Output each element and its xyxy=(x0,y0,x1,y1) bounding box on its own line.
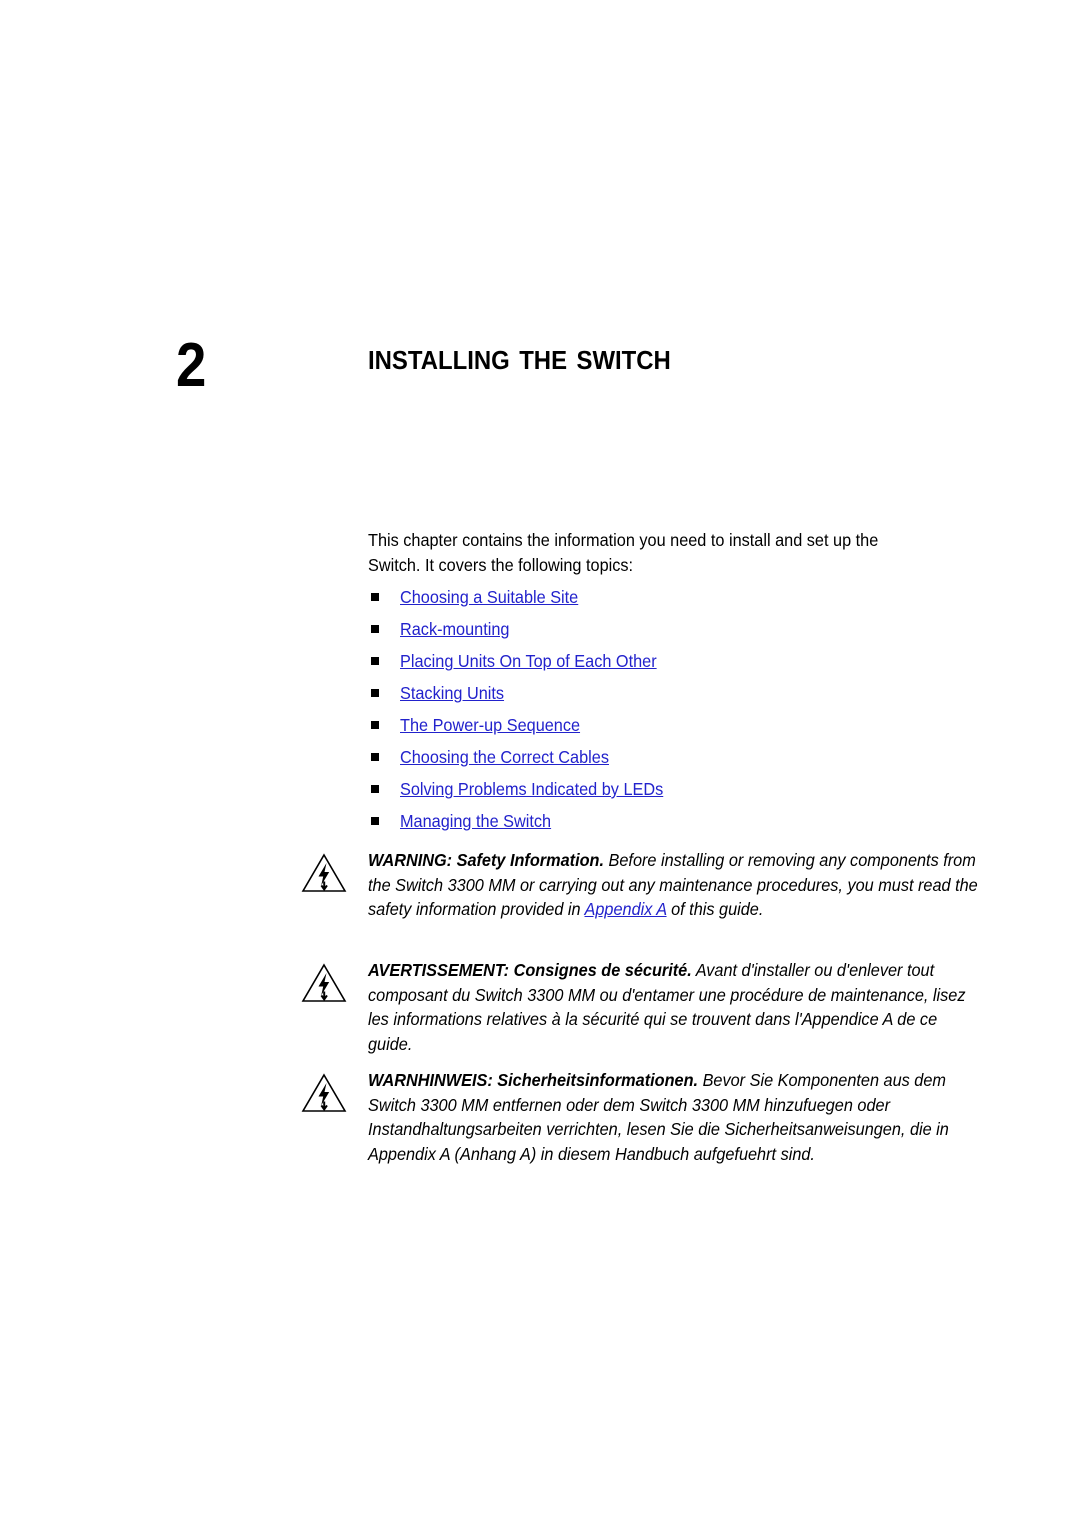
topic-link-placing-units-on-top-of-each-other[interactable]: Placing Units On Top of Each Other xyxy=(400,649,657,673)
list-item: Solving Problems Indicated by LEDs xyxy=(368,777,968,809)
square-bullet-icon xyxy=(371,721,379,729)
topic-link-choosing-a-suitable-site[interactable]: Choosing a Suitable Site xyxy=(400,585,578,609)
warning-text-french: AVERTISSEMENT: Consignes de sécurité. Av… xyxy=(368,958,982,1056)
warning-body-english-after-link: of this guide. xyxy=(666,899,764,919)
warning-block-french: AVERTISSEMENT: Consignes de sécurité. Av… xyxy=(300,958,980,1056)
square-bullet-icon xyxy=(371,625,379,633)
topic-list: Choosing a Suitable Site Rack-mounting P… xyxy=(368,585,968,841)
list-item: Choosing the Correct Cables xyxy=(368,745,968,777)
list-item: Stacking Units xyxy=(368,681,968,713)
warning-block-german: WARNHINWEIS: Sicherheitsinformationen. B… xyxy=(300,1068,980,1166)
topic-link-managing-the-switch[interactable]: Managing the Switch xyxy=(400,809,551,833)
appendix-a-link[interactable]: Appendix A xyxy=(585,899,667,919)
topic-link-the-power-up-sequence[interactable]: The Power-up Sequence xyxy=(400,713,580,737)
page-title: Installing the Switch xyxy=(368,336,671,377)
warning-text-english: WARNING: Safety Information. Before inst… xyxy=(368,848,982,922)
list-item: Choosing a Suitable Site xyxy=(368,585,968,617)
list-item: Placing Units On Top of Each Other xyxy=(368,649,968,681)
square-bullet-icon xyxy=(371,753,379,761)
warning-lightning-triangle-icon xyxy=(300,1072,348,1114)
list-item: Rack-mounting xyxy=(368,617,968,649)
square-bullet-icon xyxy=(371,689,379,697)
topic-link-solving-problems-indicated-by-leds[interactable]: Solving Problems Indicated by LEDs xyxy=(400,777,663,801)
topic-link-choosing-the-correct-cables[interactable]: Choosing the Correct Cables xyxy=(400,745,609,769)
square-bullet-icon xyxy=(371,785,379,793)
topic-link-rack-mounting[interactable]: Rack-mounting xyxy=(400,617,509,641)
warning-lead-french: AVERTISSEMENT: Consignes de sécurité. xyxy=(368,960,692,980)
warning-lead-english: WARNING: Safety Information. xyxy=(368,850,605,870)
chapter-number: 2 xyxy=(176,331,206,400)
square-bullet-icon xyxy=(371,817,379,825)
warning-lead-german: WARNHINWEIS: Sicherheitsinformationen. xyxy=(368,1070,699,1090)
chapter-header: 2 Installing the Switch xyxy=(0,330,1080,425)
warning-text-german: WARNHINWEIS: Sicherheitsinformationen. B… xyxy=(368,1068,982,1166)
warning-lightning-triangle-icon xyxy=(300,852,348,894)
intro-paragraph: This chapter contains the information yo… xyxy=(368,530,879,575)
warning-lightning-triangle-icon xyxy=(300,962,348,1004)
list-item: Managing the Switch xyxy=(368,809,968,841)
square-bullet-icon xyxy=(371,593,379,601)
list-item: The Power-up Sequence xyxy=(368,713,968,745)
topic-link-stacking-units[interactable]: Stacking Units xyxy=(400,681,504,705)
square-bullet-icon xyxy=(371,657,379,665)
warning-block-english: WARNING: Safety Information. Before inst… xyxy=(300,848,980,922)
document-page: 2 Installing the Switch This chapter con… xyxy=(0,0,1080,1528)
